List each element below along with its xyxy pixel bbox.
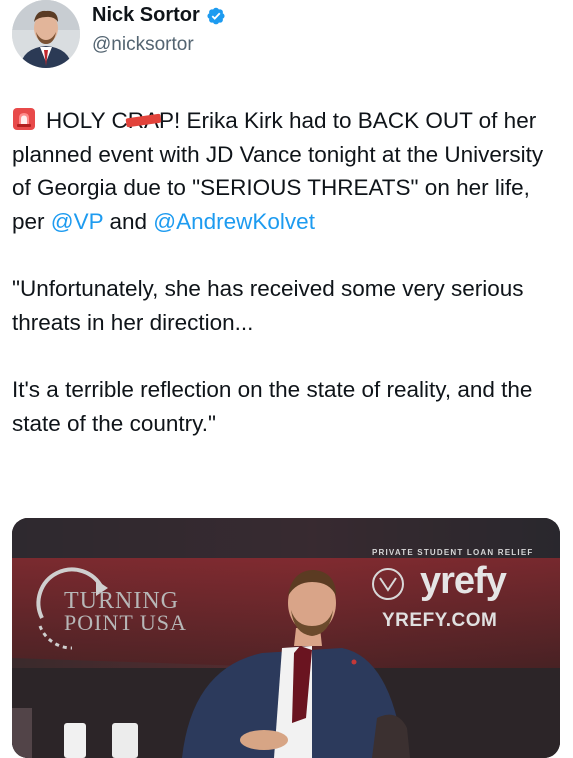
redacted-word: RA	[125, 104, 162, 138]
sponsor-url: YREFY.COM	[382, 610, 498, 631]
tweet-media-image[interactable]: TURNING POINT USA PRIVATE STUDENT LOAN R…	[12, 518, 560, 758]
mention-vp-link[interactable]: @VP	[51, 209, 103, 234]
author-name[interactable]: Nick Sortor	[92, 4, 200, 27]
sponsor-tagline: PRIVATE STUDENT LOAN RELIEF	[372, 548, 534, 557]
sponsor-logo-text: yrefy	[420, 560, 507, 602]
tweet-text: HOLY CRAP! Erika Kirk had to BACK OUT of…	[12, 104, 564, 440]
tweet-quote-1: "Unfortunately, she has received some ve…	[12, 276, 524, 335]
verified-badge-icon	[207, 7, 225, 24]
author-avatar[interactable]	[12, 0, 80, 68]
tweet-text-start: HOLY C	[46, 108, 128, 133]
tweet-paragraph-1: HOLY CRAP! Erika Kirk had to BACK OUT of…	[12, 104, 564, 238]
mention-andrewkolvet-link[interactable]: @AndrewKolvet	[153, 209, 315, 234]
author-handle[interactable]: @nicksortor	[92, 34, 194, 56]
police-siren-icon	[13, 108, 35, 130]
author-name-row[interactable]: Nick Sortor	[92, 4, 226, 27]
turning-point-logo-line2: POINT USA	[64, 610, 187, 635]
avatar-image	[12, 0, 80, 68]
tweet-quote-2: It's a terrible reflection on the state …	[12, 377, 533, 436]
tweet-text-and: and	[103, 208, 154, 234]
